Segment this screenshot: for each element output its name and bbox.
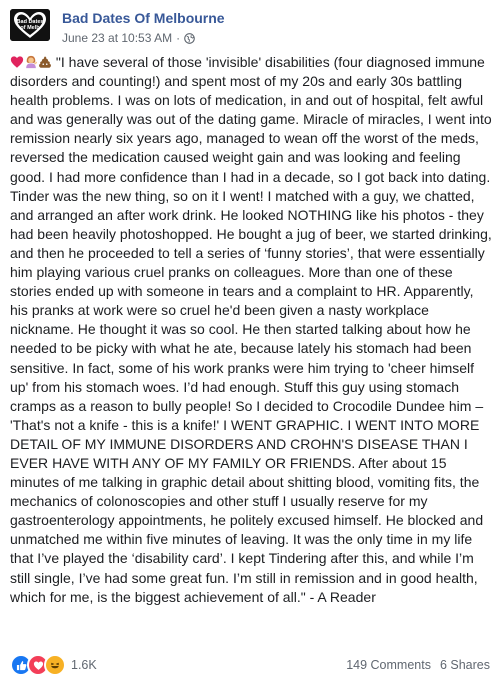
globe-icon[interactable] <box>184 32 195 44</box>
heart-logo-icon: Bad Dates of Melb <box>10 9 50 41</box>
meta-separator: · <box>176 31 181 45</box>
post-footer: 1.6K 149 Comments 6 Shares <box>10 654 490 676</box>
post-header: Bad Dates of Melb Bad Dates Of Melbourne… <box>0 0 499 48</box>
page-avatar[interactable]: Bad Dates of Melb <box>10 9 50 41</box>
post-meta: June 23 at 10:53 AM · <box>62 31 195 45</box>
page-name-link[interactable]: Bad Dates Of Melbourne <box>62 10 225 26</box>
post-body-text: "I have several of those 'invisible' dis… <box>10 54 492 605</box>
post-timestamp[interactable]: June 23 at 10:53 AM <box>62 31 172 45</box>
shares-count-link[interactable]: 6 Shares <box>440 658 490 672</box>
logo-text-line-2: of Melb <box>20 25 40 31</box>
comments-count-link[interactable]: 149 Comments <box>346 658 431 672</box>
post-stats: 149 Comments 6 Shares <box>346 658 490 672</box>
woman-tipping-hand-icon <box>26 55 38 69</box>
post-body: "I have several of those 'invisible' dis… <box>10 53 492 607</box>
pile-of-poo-icon <box>39 56 51 68</box>
reaction-count[interactable]: 1.6K <box>71 658 97 672</box>
reactions-summary[interactable]: 1.6K <box>10 654 97 676</box>
haha-icon <box>44 654 66 676</box>
red-heart-icon <box>10 56 24 68</box>
